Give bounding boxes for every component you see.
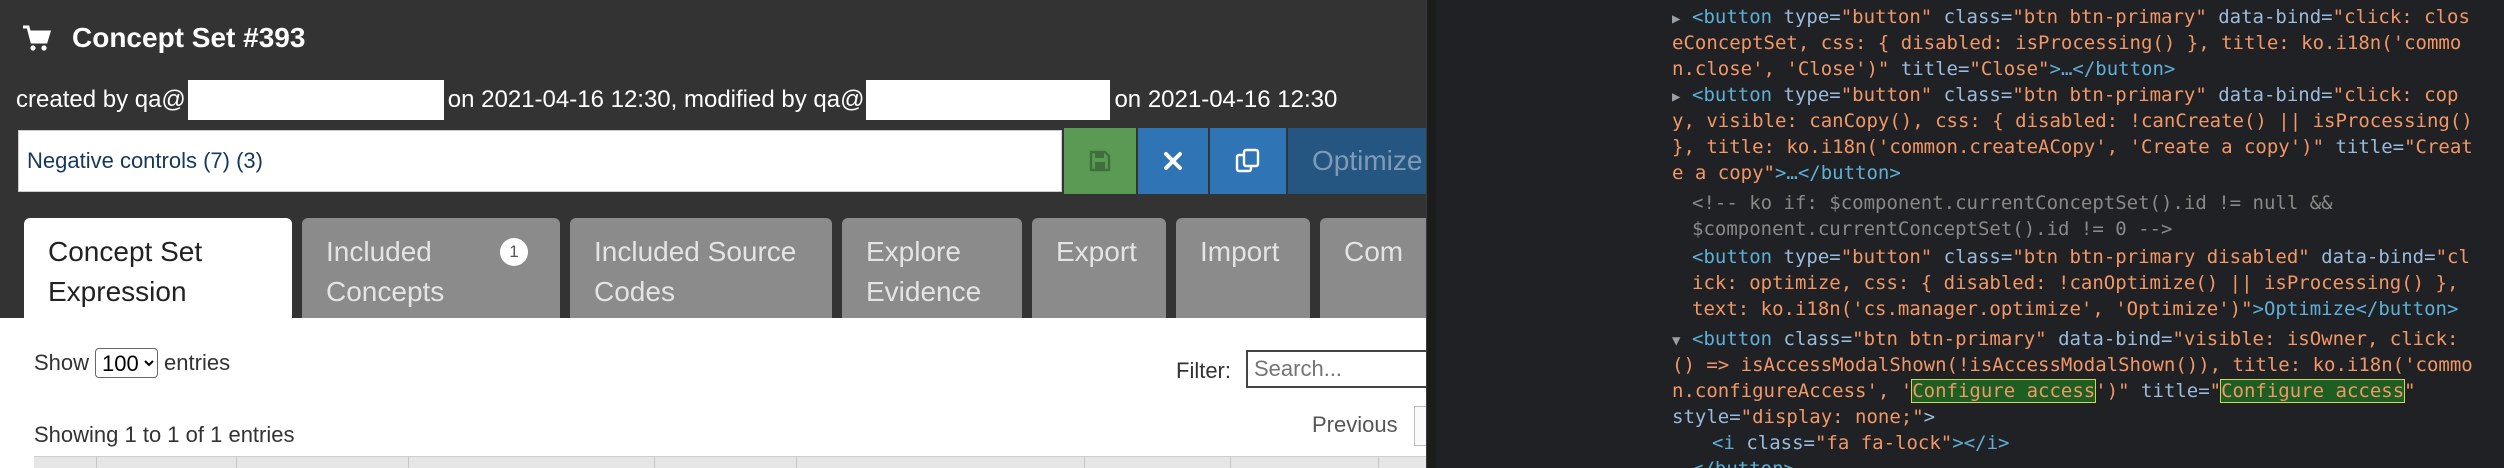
- created-on-label: on 2021-04-16 12:30, modified by qa@: [447, 86, 865, 113]
- modified-on-label: on 2021-04-16 12:30: [1114, 86, 1338, 113]
- tab-explore-evidence[interactable]: Explore Evidence: [842, 218, 1022, 318]
- code-line: n.configureAccess', 'Configure access')"…: [1672, 379, 2416, 403]
- table-header: [34, 456, 1426, 468]
- search-highlight: Configure access: [1911, 379, 2097, 403]
- redacted-username: [187, 80, 444, 120]
- included-concepts-count-badge: 1: [500, 238, 528, 266]
- expand-triangle-icon[interactable]: ▶: [1672, 6, 1692, 32]
- page-number-button[interactable]: [1414, 406, 1426, 446]
- previous-page-button[interactable]: Previous: [1312, 412, 1398, 438]
- page-size-select[interactable]: 100: [95, 348, 159, 378]
- tab-label: Expression: [48, 276, 187, 307]
- tab-import[interactable]: Import: [1176, 218, 1310, 318]
- tab-included-concepts[interactable]: Included Concepts: [302, 218, 560, 318]
- optimize-button[interactable]: Optimize: [1288, 128, 1426, 194]
- column-divider: [796, 456, 797, 468]
- copy-icon: [1235, 148, 1260, 173]
- tab-label: Export: [1056, 236, 1137, 267]
- search-highlight: Configure access: [2220, 379, 2406, 403]
- dom-node-lock-icon[interactable]: <i class="fa fa-lock"></i>: [1712, 430, 2009, 456]
- page-title: Concept Set #393: [72, 22, 306, 53]
- code-line: }, title: ko.i18n('common.createACopy', …: [1672, 136, 2473, 158]
- title-row: Concept Set #393: [22, 18, 305, 58]
- filter-label: Filter:: [1176, 358, 1231, 383]
- tab-label: Explore: [866, 236, 961, 267]
- code-line: n.close', 'Close')" title="Close">…</but…: [1672, 58, 2176, 80]
- show-label: Show: [34, 350, 90, 375]
- dom-node-copy-button[interactable]: ▶ <button type="button" class="btn btn-pr…: [1672, 82, 2458, 110]
- code-line: </button>: [1692, 456, 1795, 468]
- code-line: e a copy">…</button>: [1672, 162, 1901, 184]
- column-divider: [236, 456, 237, 468]
- code-line: eConceptSet, css: { disabled: isProcessi…: [1672, 32, 2462, 54]
- column-divider: [96, 456, 97, 468]
- created-by-label: created by qa@: [16, 86, 186, 113]
- tab-label: Included Source: [594, 236, 797, 267]
- collapse-triangle-icon[interactable]: ▼: [1672, 328, 1692, 354]
- code-line: style="display: none;">: [1672, 406, 1936, 428]
- redacted-username: [866, 80, 1111, 120]
- code-comment: $component.currentConceptSet().id != 0 -…: [1692, 218, 2173, 240]
- tab-label: Com: [1344, 236, 1404, 267]
- devtools-elements-panel: ▶ <button type="button" class="btn btn-pr…: [1436, 0, 2504, 468]
- save-icon: [1089, 150, 1111, 172]
- tab-label: Import: [1200, 236, 1280, 267]
- tab-label: Concept Set: [48, 236, 203, 267]
- code-comment: <!-- ko if: $component.currentConceptSet…: [1692, 192, 2333, 214]
- close-icon: [1164, 152, 1182, 170]
- expand-triangle-icon[interactable]: ▶: [1672, 84, 1692, 110]
- save-button[interactable]: [1064, 128, 1136, 194]
- copy-button[interactable]: [1210, 128, 1286, 194]
- column-divider: [654, 456, 655, 468]
- column-divider: [1230, 456, 1231, 468]
- filter-input[interactable]: [1246, 350, 1426, 388]
- page-size-control: Show 100 entries: [34, 348, 230, 378]
- tab-compare[interactable]: Com: [1320, 218, 1426, 318]
- dom-node-optimize-button[interactable]: <button type="button" class="btn btn-pri…: [1692, 244, 2470, 270]
- app-pane: Concept Set #393 created by qa@ on 2021-…: [0, 0, 1426, 468]
- close-button[interactable]: [1138, 128, 1208, 194]
- column-divider: [408, 456, 409, 468]
- tab-concept-set-expression[interactable]: Concept Set Expression: [24, 218, 292, 318]
- tab-label: Concepts: [326, 276, 445, 307]
- code-line: ick: optimize, css: { disabled: !canOpti…: [1692, 272, 2459, 294]
- concept-set-header: Concept Set #393 created by qa@ on 2021-…: [0, 0, 1426, 318]
- column-divider: [1378, 456, 1379, 468]
- table-info: Showing 1 to 1 of 1 entries: [34, 422, 295, 447]
- concept-set-name-input[interactable]: [18, 130, 1062, 192]
- tab-export[interactable]: Export: [1032, 218, 1166, 318]
- column-divider: [1084, 456, 1085, 468]
- shopping-cart-icon: [23, 25, 52, 51]
- entries-label: entries: [164, 350, 231, 375]
- tab-included-source-codes[interactable]: Included Source Codes: [570, 218, 832, 318]
- dom-node-close-button[interactable]: ▶ <button type="button" class="btn btn-pr…: [1672, 4, 2470, 32]
- tab-label: Codes: [594, 276, 675, 307]
- code-line: text: ko.i18n('cs.manager.optimize', 'Op…: [1692, 298, 2459, 320]
- dom-node-configure-access-button[interactable]: ▼ <button class="btn btn-primary" data-bi…: [1672, 326, 2458, 354]
- code-line: y, visible: canCopy(), css: { disabled: …: [1672, 110, 2473, 132]
- code-line: () => isAccessModalShown(!isAccessModalS…: [1672, 354, 2473, 376]
- created-modified-info: created by qa@ on 2021-04-16 12:30, modi…: [16, 80, 1337, 120]
- tab-label: Evidence: [866, 276, 982, 307]
